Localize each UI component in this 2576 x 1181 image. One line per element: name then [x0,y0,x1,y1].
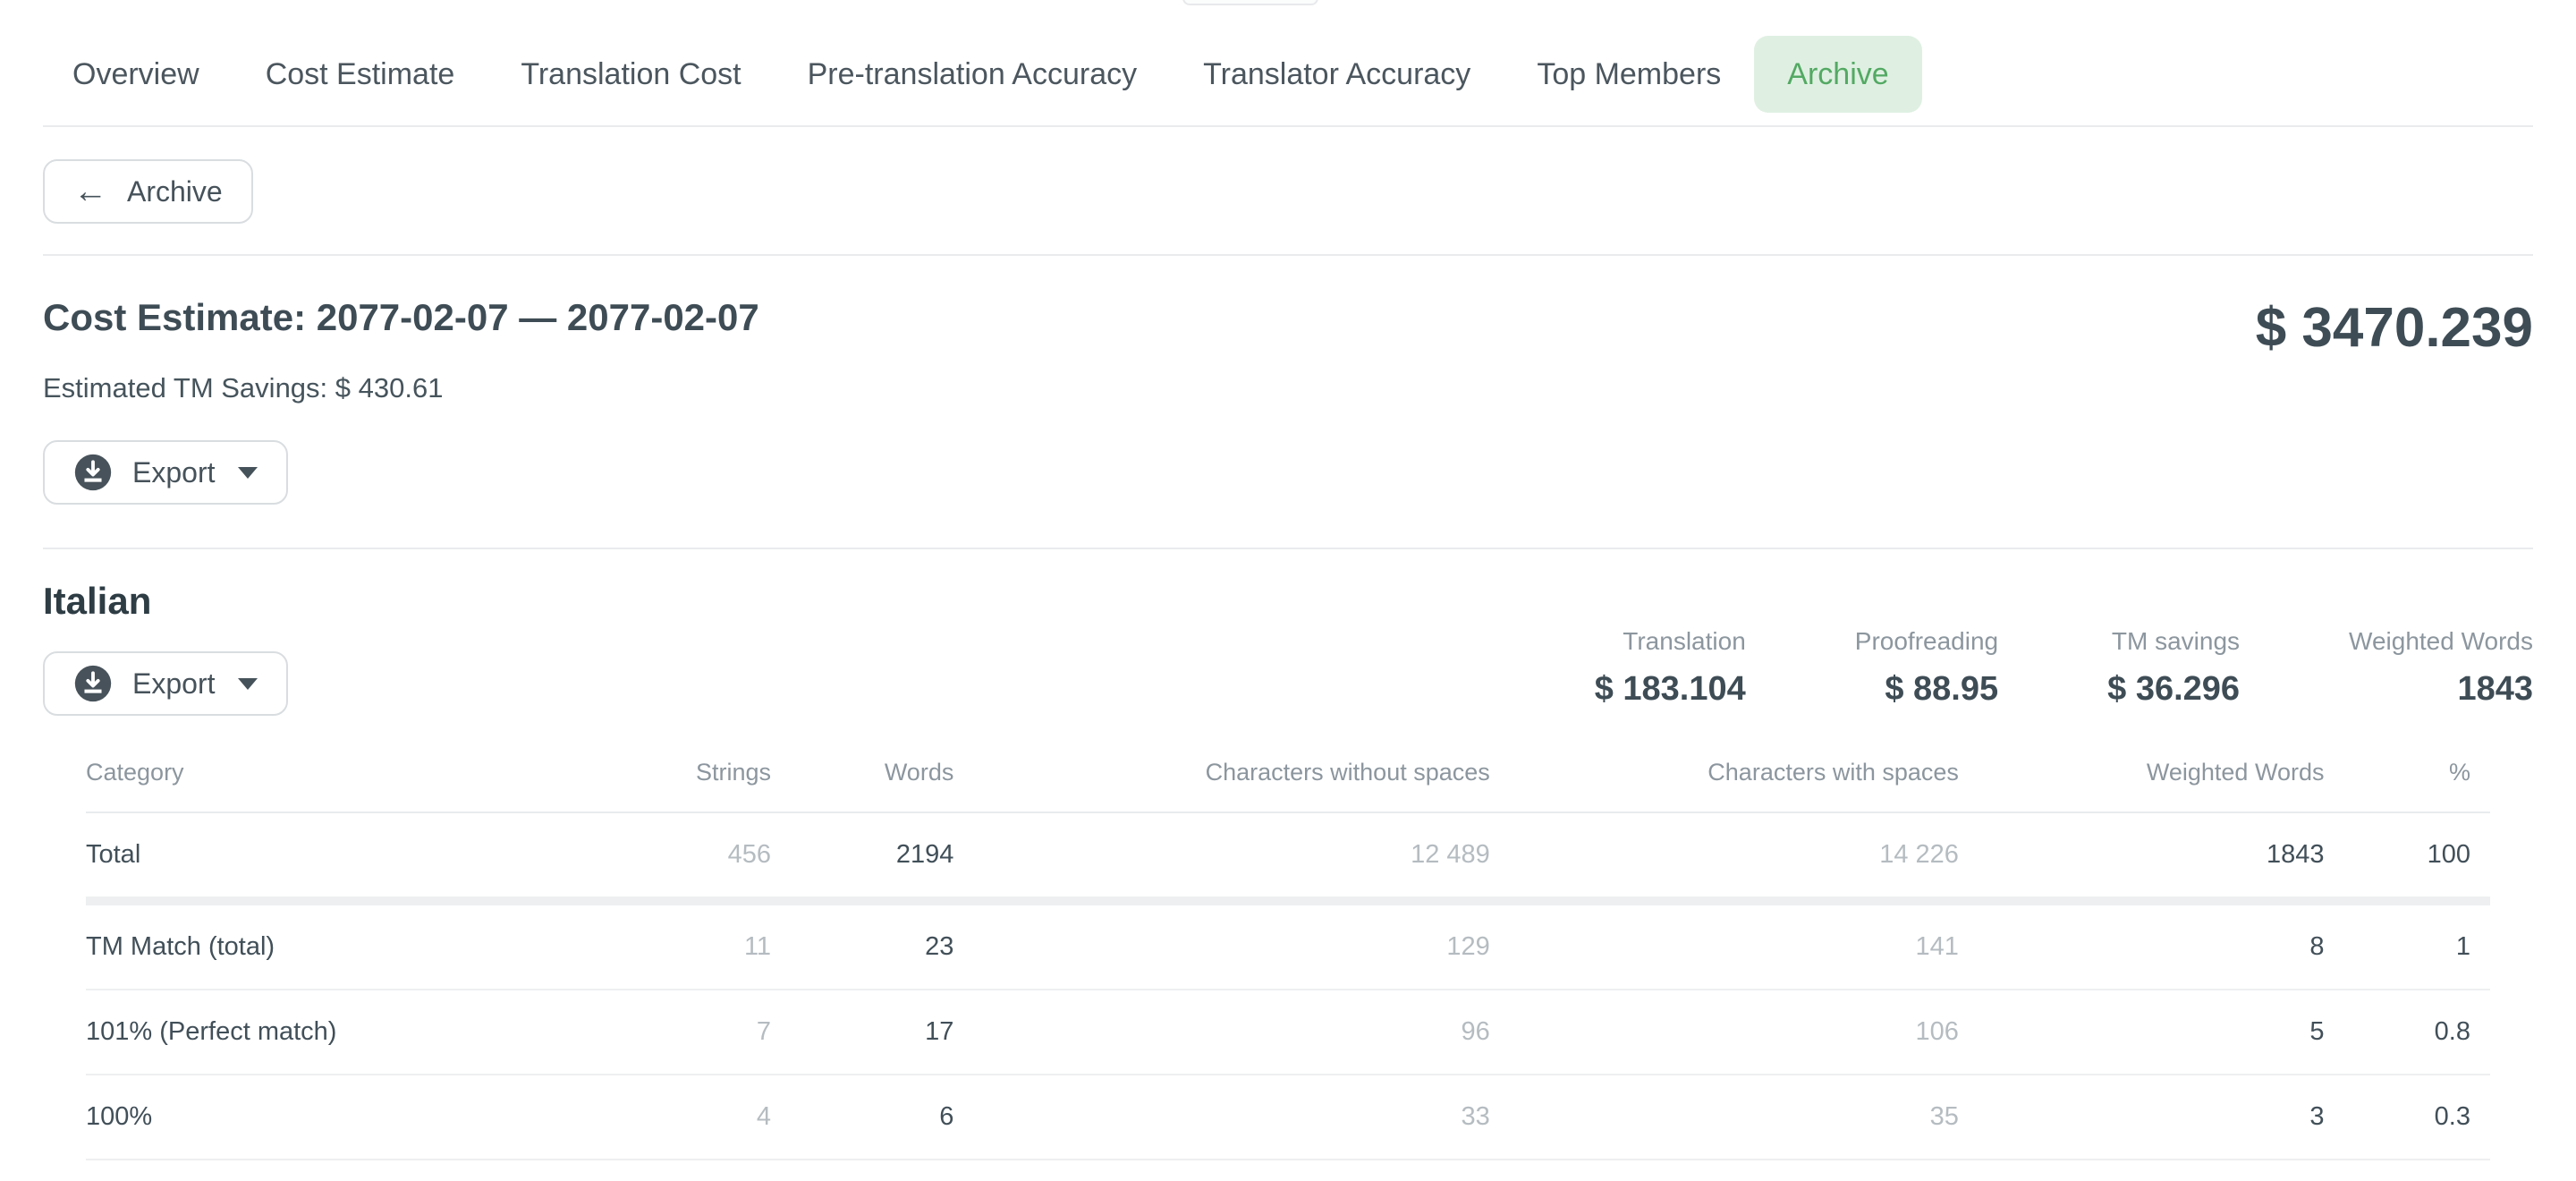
cell-strings: 456 [552,812,771,901]
table-row-total: Total 456 2194 12 489 14 226 1843 100 [86,812,2490,901]
tab-overview[interactable]: Overview [39,36,233,113]
arrow-left-icon: ← [73,174,107,208]
cell-chars-with-spaces: 106 [1490,990,1959,1075]
cell-words: 6 [771,1075,953,1160]
tab-cost-estimate[interactable]: Cost Estimate [233,36,488,113]
export-button[interactable]: Export [43,440,288,505]
cell-words: 17 [771,990,953,1075]
cell-weighted-words: 1843 [1959,812,2325,901]
cropped-popup-edge [1182,0,1318,5]
col-header-strings: Strings [552,739,771,812]
stat-proofreading: Proofreading $ 88.95 [1855,627,1998,709]
tm-savings-label: Estimated TM Savings: [43,372,327,404]
export-label: Export [132,456,215,489]
cell-percent: 0.3 [2324,1075,2490,1160]
cell-chars-without-spaces: 96 [953,990,1489,1075]
language-stats: Translation $ 183.104 Proofreading $ 88.… [1595,627,2533,716]
cell-chars-without-spaces: 33 [953,1075,1489,1160]
table-row-101-perfect-match: 101% (Perfect match) 7 17 96 106 5 0.8 [86,990,2490,1075]
cell-chars-with-spaces: 35 [1490,1075,1959,1160]
cell-strings: 4 [552,1075,771,1160]
cell-percent: 0.8 [2324,990,2490,1075]
archive-back-section: ← Archive [0,127,2576,254]
col-header-percent: % [2324,739,2490,812]
stat-label: TM savings [2107,627,2240,656]
tm-savings-value: $ 430.61 [335,372,444,404]
archive-back-label: Archive [127,175,223,208]
language-export-button[interactable]: Export [43,651,288,716]
col-header-words: Words [771,739,953,812]
tab-pre-translation-accuracy[interactable]: Pre-translation Accuracy [775,36,1171,113]
cell-category: 100% [86,1075,552,1160]
col-header-category: Category [86,739,552,812]
cell-chars-with-spaces: 141 [1490,901,1959,990]
cell-weighted-words: 5 [1959,990,2325,1075]
tab-archive[interactable]: Archive [1754,36,1921,113]
cell-chars-without-spaces: 12 489 [953,812,1489,901]
tab-translation-cost[interactable]: Translation Cost [487,36,774,113]
page-title: Cost Estimate: 2077-02-07 — 2077-02-07 [43,293,2533,342]
cell-percent: 1 [2324,901,2490,990]
stat-value: $ 183.104 [1595,670,1746,709]
col-header-chars-with-spaces: Characters with spaces [1490,739,1959,812]
cost-table-wrap: Category Strings Words Characters withou… [43,739,2533,1160]
cell-chars-without-spaces: 129 [953,901,1489,990]
export-label: Export [132,667,215,701]
cell-words: 2194 [771,812,953,901]
caret-down-icon [238,467,258,479]
stat-value: 1843 [2349,670,2533,709]
cell-strings: 11 [552,901,771,990]
download-icon [73,664,113,703]
cell-percent: 100 [2324,812,2490,901]
stat-value: $ 36.296 [2107,670,2240,709]
stat-label: Weighted Words [2349,627,2533,656]
language-section-italian: Italian Export Translation $ 183.104 Pro… [0,549,2576,1160]
archive-back-button[interactable]: ← Archive [43,159,253,224]
table-row-tm-match: TM Match (total) 11 23 129 141 8 1 [86,901,2490,990]
tm-savings-line: Estimated TM Savings: $ 430.61 [43,372,2533,404]
cost-table: Category Strings Words Characters withou… [86,739,2490,1160]
tab-top-members[interactable]: Top Members [1504,36,1754,113]
cell-chars-with-spaces: 14 226 [1490,812,1959,901]
total-price: $ 3470.239 [2256,297,2533,360]
cell-words: 23 [771,901,953,990]
stat-label: Proofreading [1855,627,1998,656]
stat-translation: Translation $ 183.104 [1595,627,1746,709]
stat-value: $ 88.95 [1855,670,1998,709]
language-header-left: Italian Export [43,578,288,716]
cell-weighted-words: 3 [1959,1075,2325,1160]
cost-estimate-summary: Cost Estimate: 2077-02-07 — 2077-02-07 $… [0,256,2576,548]
cell-category: 101% (Perfect match) [86,990,552,1075]
table-header-row: Category Strings Words Characters withou… [86,739,2490,812]
tab-translator-accuracy[interactable]: Translator Accuracy [1170,36,1504,113]
col-header-chars-without-spaces: Characters without spaces [953,739,1489,812]
col-header-weighted-words: Weighted Words [1959,739,2325,812]
cell-strings: 7 [552,990,771,1075]
table-row-100: 100% 4 6 33 35 3 0.3 [86,1075,2490,1160]
cell-weighted-words: 8 [1959,901,2325,990]
caret-down-icon [238,678,258,690]
download-icon [73,453,113,492]
stat-tm-savings: TM savings $ 36.296 [2107,627,2240,709]
report-tabs: Overview Cost Estimate Translation Cost … [0,0,2576,125]
cell-category: Total [86,812,552,901]
stat-label: Translation [1595,627,1746,656]
cell-category: TM Match (total) [86,901,552,990]
language-title: Italian [43,578,288,624]
stat-weighted-words: Weighted Words 1843 [2349,627,2533,709]
